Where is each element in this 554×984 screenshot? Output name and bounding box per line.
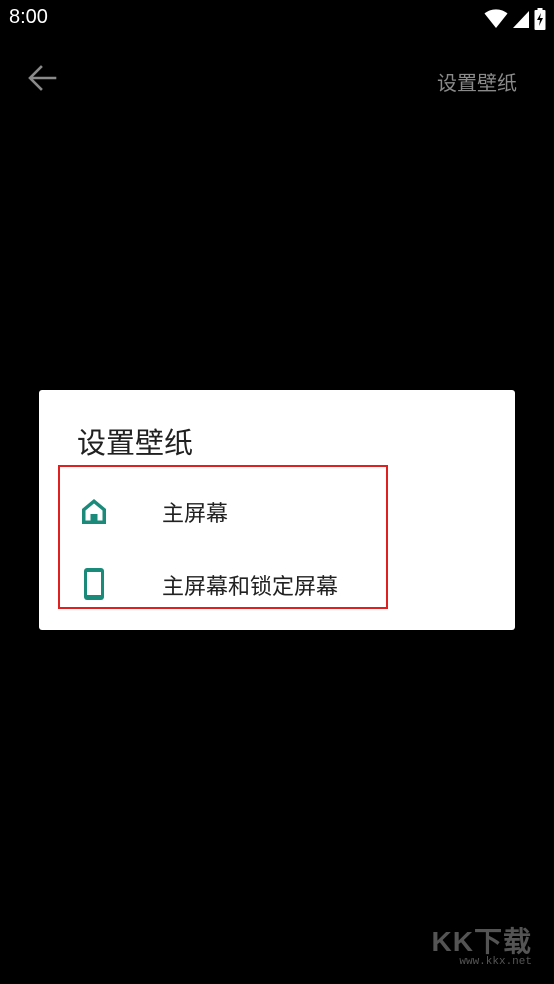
option-home-and-lock-screen[interactable]: 主屏幕和锁定屏幕 <box>58 549 388 619</box>
signal-icon <box>512 9 530 29</box>
set-wallpaper-dialog: 设置壁纸 主屏幕 主屏幕和锁定屏幕 <box>39 390 515 630</box>
arrow-back-icon <box>27 65 57 95</box>
watermark-logo: KK下载 <box>431 926 532 957</box>
status-icons <box>484 7 546 31</box>
watermark-url: www.kkx.net <box>459 956 532 968</box>
option-label: 主屏幕 <box>162 502 229 527</box>
home-icon <box>78 492 110 530</box>
phone-icon <box>78 565 110 603</box>
battery-charging-icon <box>534 8 546 30</box>
wifi-icon <box>484 9 508 29</box>
app-bar: 设置壁纸 <box>0 50 554 110</box>
option-label: 主屏幕和锁定屏幕 <box>162 575 339 600</box>
back-button[interactable] <box>22 62 62 98</box>
option-home-screen[interactable]: 主屏幕 <box>58 476 388 546</box>
status-time: 8:00 <box>9 6 48 28</box>
status-bar: 8:00 <box>0 0 554 38</box>
dialog-title: 设置壁纸 <box>77 426 194 460</box>
watermark: KK下载 www.kkx.net <box>412 920 532 968</box>
set-wallpaper-action[interactable]: 设置壁纸 <box>437 67 517 96</box>
